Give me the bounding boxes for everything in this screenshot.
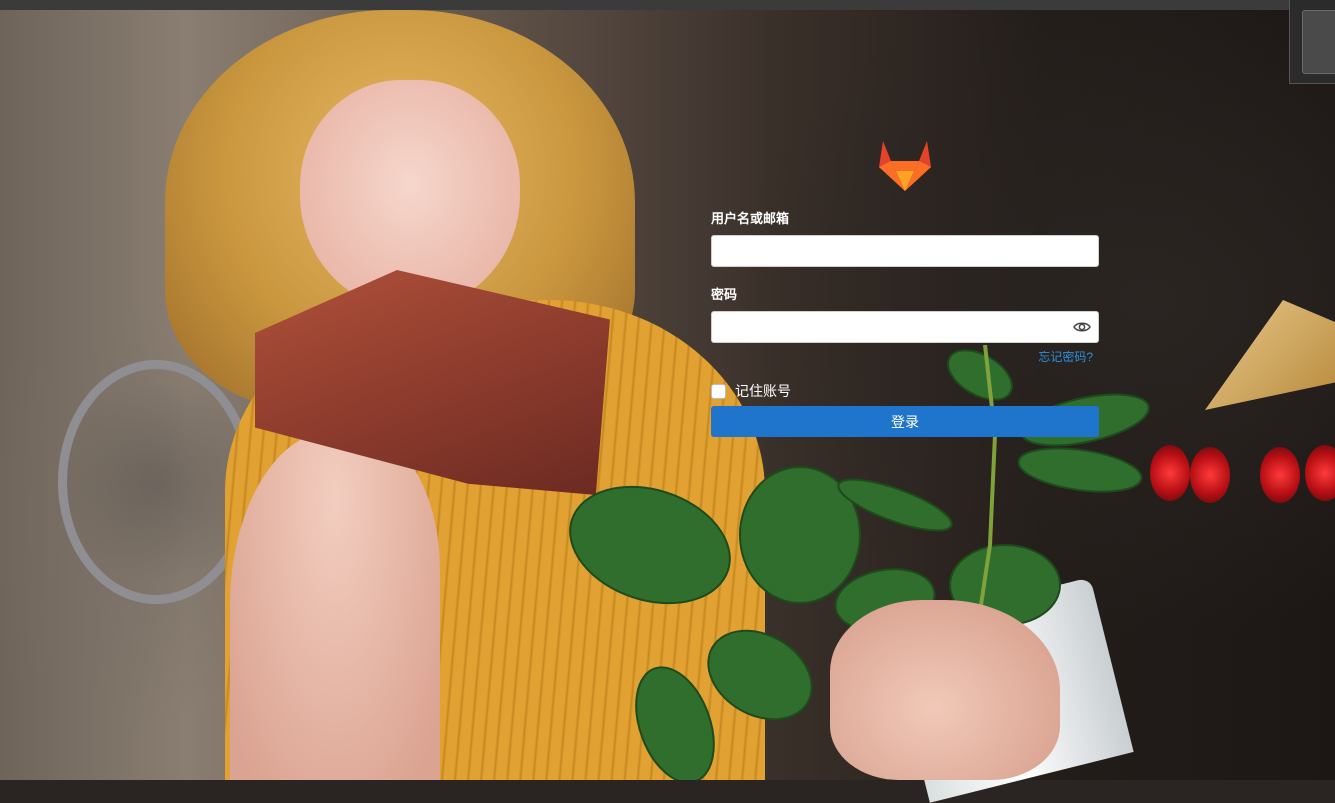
- eye-icon[interactable]: [1073, 319, 1091, 335]
- username-input[interactable]: [711, 235, 1099, 267]
- corner-widget-button[interactable]: [1302, 10, 1335, 74]
- remember-checkbox[interactable]: [711, 383, 726, 399]
- browser-top-bar: [0, 0, 1335, 10]
- password-input[interactable]: [711, 311, 1099, 343]
- background-sign: [1205, 300, 1335, 410]
- password-label: 密码: [711, 287, 738, 302]
- remember-label: 记住账号: [735, 383, 791, 399]
- background-photo: [0, 0, 1335, 803]
- login-button[interactable]: 登录: [711, 406, 1099, 437]
- photo-hand: [830, 600, 1060, 780]
- forgot-password-link[interactable]: 忘记密码?: [1038, 348, 1093, 365]
- gitlab-logo: [879, 141, 931, 191]
- corner-widget[interactable]: [1289, 0, 1335, 84]
- remember-me: 记住账号: [711, 381, 791, 401]
- photo-arm: [230, 430, 440, 780]
- username-label: 用户名或邮箱: [711, 211, 790, 226]
